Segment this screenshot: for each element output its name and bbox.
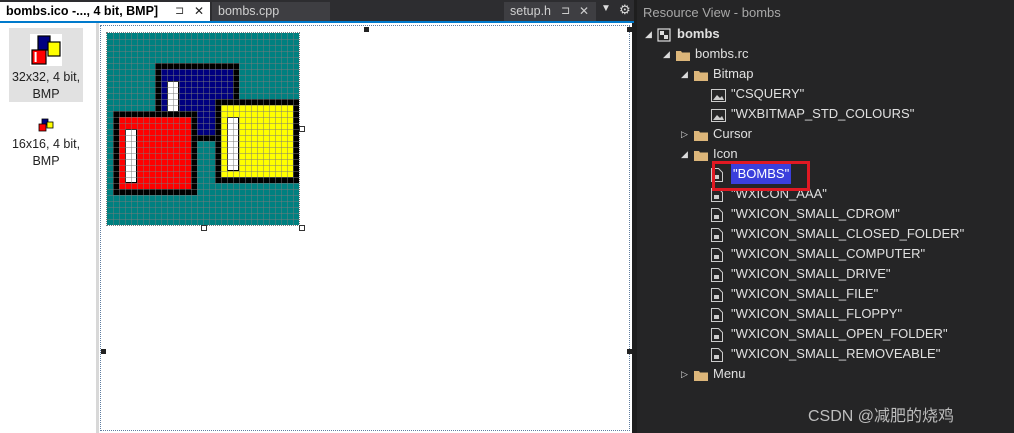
bitmap-icon [711,88,726,108]
collapsed-arrow-icon[interactable]: ▷ [681,124,691,144]
icon-resize-handle[interactable] [299,225,305,231]
expanded-arrow-icon[interactable]: ◢ [681,64,691,84]
icon-file-icon [711,248,723,268]
tab-label: bombs.ico -..., 4 bit, BMP] [6,4,159,18]
icon-file-icon [711,228,723,248]
format-label: 16x16, 4 bit, BMP [11,137,81,168]
tree-item-label: Cursor [713,126,753,141]
selection-highlight-box [712,161,810,191]
icon-file-icon [711,288,723,308]
tree-item-label: "WXICON_SMALL_CLOSED_FOLDER" [731,226,965,241]
tree-item-label: "WXICON_SMALL_COMPUTER" [731,246,926,261]
tree-item-label: "WXICON_SMALL_FLOPPY" [731,306,903,321]
tab-label: bombs.cpp [218,4,280,18]
tab-label: setup.h [510,4,552,18]
resource-view-panel: Resource View - bombs ◢ bombs ◢ bombs.rc ◢ Bi… [637,0,1014,433]
folder-icon [693,68,709,88]
panel-title: Resource View - bombs [643,5,781,20]
folder-icon [693,128,709,148]
resize-handle[interactable] [627,27,632,32]
tab-dropdown-icon[interactable]: ▼ [601,3,611,14]
pin-icon[interactable]: ⊐ [561,2,570,21]
folder-icon [693,368,709,388]
resize-handle[interactable] [364,27,369,32]
document-tab-strip: bombs.ico -..., 4 bit, BMP] ⊐ ✕ bombs.cp… [0,0,634,23]
icon-pixel-canvas[interactable] [106,32,300,226]
icon-file-icon [711,328,723,348]
tree-item-label: "WXICON_SMALL_DRIVE" [731,266,891,281]
tree-item-label: bombs.rc [695,46,749,61]
close-icon[interactable]: ✕ [194,2,204,21]
watermark: CSDN @减肥的烧鸡 [808,408,955,425]
icon-resize-handle[interactable] [299,126,305,132]
icon-resize-handle[interactable] [201,225,207,231]
icon-file-icon [711,188,723,208]
tree-item-label: "WXICON_SMALL_CDROM" [731,206,900,221]
icon-file-icon [711,308,723,328]
pin-icon[interactable]: ⊐ [175,2,184,21]
folder-icon [693,148,709,168]
tree-item-label: "WXICON_SMALL_FILE" [731,286,879,301]
bombs-icon-large [30,34,62,66]
format-32x32[interactable]: 32x32, 4 bit, BMP [9,28,83,102]
tree-item-label: bombs [677,26,720,41]
tree-item-label: "WXBITMAP_STD_COLOURS" [731,106,915,121]
resize-handle[interactable] [101,349,106,354]
format-16x16[interactable]: 16x16, 4 bit, BMP [9,111,83,181]
icon-file-icon [711,208,723,228]
tree-item-label: "WXICON_SMALL_REMOVEABLE" [731,346,941,361]
gear-icon[interactable]: ⚙ [619,2,631,18]
panel-divider[interactable] [96,23,99,433]
close-icon[interactable]: ✕ [579,2,589,21]
collapsed-arrow-icon[interactable]: ▷ [681,364,691,384]
tree-item-label: "WXICON_SMALL_OPEN_FOLDER" [731,326,948,341]
icon-file-icon [711,268,723,288]
tree-item-label: Menu [713,366,746,381]
resize-handle[interactable] [627,349,632,354]
tab-bombs-cpp[interactable]: bombs.cpp [212,2,330,21]
tab-setup-h[interactable]: setup.h ⊐ ✕ [504,2,596,21]
bombs-icon-small [38,118,54,132]
tab-bombs-ico[interactable]: bombs.ico -..., 4 bit, BMP] ⊐ ✕ [0,2,210,21]
expanded-arrow-icon[interactable]: ◢ [681,144,691,164]
image-format-list: 32x32, 4 bit, BMP 16x16, 4 bit, BMP [0,23,96,433]
image-editor: 32x32, 4 bit, BMP 16x16, 4 bit, BMP [0,23,632,433]
format-label: 32x32, 4 bit, BMP [11,70,81,101]
expanded-arrow-icon[interactable]: ◢ [663,44,673,64]
tree-item-label: "CSQUERY" [731,86,805,101]
tree-item-label: Bitmap [713,66,754,81]
expanded-arrow-icon[interactable]: ◢ [645,24,655,44]
